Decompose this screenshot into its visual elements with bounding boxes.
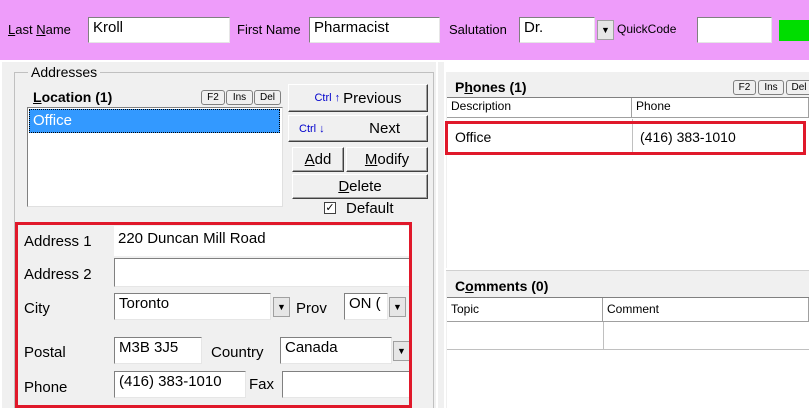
quickcode-label: QuickCode bbox=[617, 22, 677, 36]
location-list-item[interactable]: Office bbox=[29, 109, 280, 133]
last-name-label: Last Name bbox=[8, 22, 71, 37]
next-shortcut: Ctrl ↓ bbox=[299, 122, 325, 135]
phones-f2-key-button[interactable]: F2 bbox=[733, 80, 756, 95]
phones-col-phone[interactable]: Phone bbox=[632, 98, 809, 118]
previous-shortcut: Ctrl ↑ bbox=[314, 92, 341, 104]
next-label: Next bbox=[369, 120, 400, 137]
status-indicator bbox=[779, 20, 809, 41]
salutation-field[interactable]: Dr. bbox=[519, 17, 595, 43]
modify-button[interactable]: Modify bbox=[346, 147, 428, 172]
phones-ins-key-button[interactable]: Ins bbox=[758, 80, 784, 95]
comments-col-topic[interactable]: Topic bbox=[447, 298, 603, 322]
phones-col-description[interactable]: Description bbox=[447, 98, 632, 118]
right-panel-divider bbox=[438, 62, 444, 408]
first-name-field[interactable]: Pharmacist bbox=[309, 17, 440, 43]
ins-key-button[interactable]: Ins bbox=[226, 90, 253, 105]
last-name-field[interactable]: Kroll bbox=[88, 17, 230, 43]
add-button[interactable]: Add bbox=[292, 147, 344, 172]
f2-key-button[interactable]: F2 bbox=[201, 90, 225, 105]
quickcode-field[interactable] bbox=[697, 17, 772, 43]
phones-row-highlight bbox=[445, 121, 806, 155]
next-button[interactable]: Ctrl ↓ Next bbox=[288, 115, 428, 142]
default-checkbox[interactable]: ✓ bbox=[324, 202, 336, 214]
comments-empty-row bbox=[447, 322, 809, 350]
del-key-button[interactable]: Del bbox=[254, 90, 281, 105]
comments-col-comment[interactable]: Comment bbox=[603, 298, 809, 322]
first-name-label: First Name bbox=[237, 22, 301, 37]
checkmark-icon: ✓ bbox=[325, 202, 335, 214]
chevron-down-icon: ▼ bbox=[601, 25, 610, 35]
delete-button[interactable]: Delete bbox=[292, 174, 428, 199]
addresses-group-label: Addresses bbox=[28, 64, 101, 80]
salutation-dropdown-button[interactable]: ▼ bbox=[597, 20, 614, 40]
default-label: Default bbox=[346, 200, 394, 217]
comments-empty-row-divider bbox=[603, 322, 604, 350]
previous-button[interactable]: Ctrl ↑ Previous bbox=[288, 84, 428, 112]
salutation-label: Salutation bbox=[449, 22, 507, 37]
comments-header: Comments (0) bbox=[455, 278, 549, 294]
phones-del-key-button[interactable]: Del bbox=[786, 80, 809, 95]
address-form-highlight bbox=[15, 222, 412, 408]
previous-label: Previous bbox=[343, 89, 402, 107]
location-header: Location (1) bbox=[33, 89, 113, 105]
phones-header: Phones (1) bbox=[455, 79, 527, 95]
